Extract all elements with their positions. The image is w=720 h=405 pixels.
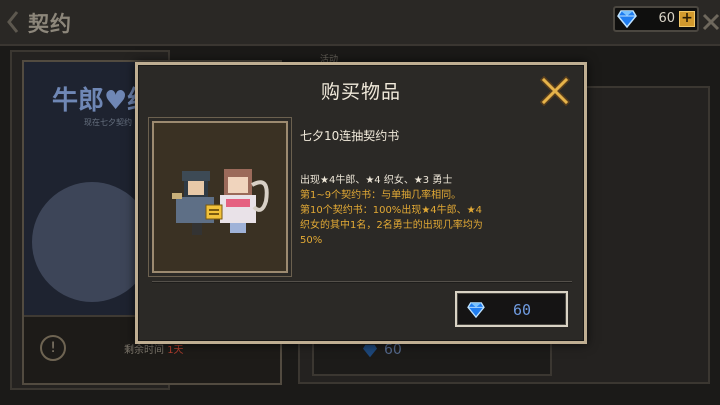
- description-line: 第1~9个契约书：与单抽几率相同。: [300, 190, 462, 201]
- dialog-title: 购买物品: [320, 81, 401, 103]
- currency-counter: 60 +: [613, 6, 699, 32]
- buy-button[interactable]: 60: [455, 291, 568, 327]
- contract-book-characters-image: [172, 169, 269, 235]
- currency-value: 60: [658, 11, 675, 26]
- description-line: 50%: [300, 235, 323, 246]
- divider: [152, 281, 572, 283]
- event-banner-subtitle: 现在七夕契约: [84, 118, 132, 127]
- background-price: 60: [384, 342, 402, 358]
- buy-price: 60: [513, 301, 532, 319]
- item-name: 七夕10连抽契约书: [300, 129, 400, 143]
- diamond-gem-icon: [363, 344, 377, 358]
- close-icon[interactable]: [702, 10, 720, 34]
- back-chevron-icon[interactable]: [6, 10, 20, 34]
- page-title: 契约: [28, 12, 72, 36]
- item-summary: 出现★4牛郎、★4 织女、★3 勇士: [300, 175, 453, 186]
- remaining-time-label: 剩余时间: [124, 345, 164, 356]
- diamond-gem-icon: [467, 302, 485, 318]
- moon-illustration: [32, 182, 152, 302]
- description-line: 织女的其中1名，2名勇士的出现几率均为: [300, 220, 483, 231]
- purchase-item-dialog: 购买物品 七夕10连抽契约书 出现★4牛郎、★4 织女、★3 勇士 第1~9个契…: [135, 62, 587, 344]
- info-icon[interactable]: !: [40, 335, 66, 361]
- top-bar: 契约 60 +: [0, 0, 720, 46]
- remaining-time-value: 1天: [167, 345, 184, 356]
- add-currency-button[interactable]: +: [679, 11, 695, 27]
- item-description: 第1~9个契约书：与单抽几率相同。 第10个契约书：100%出现★4牛郎、★4 …: [300, 188, 518, 248]
- close-icon[interactable]: [539, 75, 571, 107]
- description-line: 第10个契约书：100%出现★4牛郎、★4: [300, 205, 482, 216]
- diamond-gem-icon: [617, 10, 637, 28]
- item-image-frame: [152, 121, 288, 273]
